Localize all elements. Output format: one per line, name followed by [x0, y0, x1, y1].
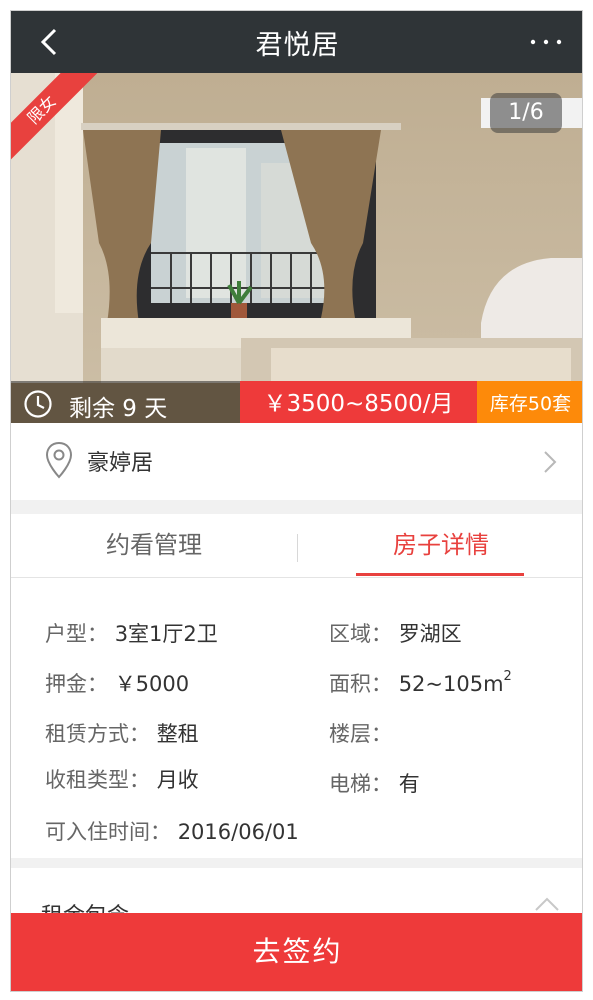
rent-collection-value: 月收	[156, 768, 199, 792]
remaining-days: 剩余 9 天	[11, 381, 240, 423]
elevator-value: 有	[398, 772, 420, 796]
area-label: 面积：	[329, 672, 392, 696]
chevron-right-icon	[544, 451, 557, 473]
district-label: 区域：	[329, 622, 392, 646]
layout-value: 3室1厅2卫	[114, 622, 218, 646]
price-range: ￥3500~8500/月	[240, 381, 477, 423]
move-in-label: 可入住时间：	[45, 820, 171, 844]
tab-bar: 约看管理 房子详情	[11, 514, 582, 578]
detail-lease-type: 租赁方式： 整租	[45, 718, 199, 748]
area-unit-superscript: 2	[503, 669, 512, 684]
more-button[interactable]	[526, 29, 566, 55]
top-nav-bar: 君悦居	[11, 11, 582, 73]
stock-badge: 库存50套	[477, 381, 582, 423]
app-frame: 君悦居 限女 1/6 剩余 9 天 ￥3500~8500/月 库存50套 豪婷居…	[10, 10, 583, 992]
area-value: 52~105m	[398, 672, 504, 696]
lease-type-label: 租赁方式：	[45, 722, 150, 746]
chevron-up-icon	[535, 897, 559, 911]
move-in-value: 2016/06/01	[177, 820, 299, 844]
deposit-value: ￥5000	[114, 672, 190, 696]
layout-label: 户型：	[45, 622, 108, 646]
address-name: 豪婷居	[87, 451, 154, 476]
house-details-panel: 户型： 3室1厅2卫 区域： 罗湖区 押金： ￥5000 面积： 52~105m…	[11, 578, 582, 858]
listing-info-bar: 剩余 9 天 ￥3500~8500/月 库存50套	[11, 381, 582, 423]
photo-counter: 1/6	[490, 93, 562, 133]
detail-deposit: 押金： ￥5000	[45, 668, 189, 698]
more-dots-icon	[530, 39, 562, 45]
elevator-label: 电梯：	[329, 772, 392, 796]
deposit-label: 押金：	[45, 672, 108, 696]
remaining-days-text: 剩余 9 天	[69, 396, 168, 422]
floor-label: 楼层：	[329, 722, 392, 746]
room-photo-carousel[interactable]: 限女 1/6 剩余 9 天 ￥3500~8500/月 库存50套	[11, 73, 582, 423]
page-title: 君悦居	[255, 30, 340, 61]
rent-collection-label: 收租类型：	[45, 768, 150, 792]
detail-layout: 户型： 3室1厅2卫	[45, 618, 218, 648]
detail-elevator: 电梯： 有	[329, 768, 420, 798]
tab-viewing-management[interactable]: 约看管理	[11, 514, 297, 578]
district-value: 罗湖区	[398, 622, 462, 646]
clock-icon	[24, 390, 52, 418]
sign-contract-button[interactable]: 去签约	[11, 913, 582, 991]
tab-house-details[interactable]: 房子详情	[298, 514, 582, 578]
detail-rent-collection: 收租类型： 月收	[45, 764, 199, 794]
lease-type-value: 整租	[156, 722, 199, 746]
address-row[interactable]: 豪婷居	[11, 423, 582, 500]
active-tab-indicator	[356, 573, 524, 576]
detail-move-in: 可入住时间： 2016/06/01	[45, 816, 299, 846]
detail-area: 面积： 52~105m2	[329, 668, 512, 698]
detail-floor: 楼层：	[329, 718, 392, 748]
location-pin-icon	[45, 441, 73, 479]
detail-district: 区域： 罗湖区	[329, 618, 462, 648]
